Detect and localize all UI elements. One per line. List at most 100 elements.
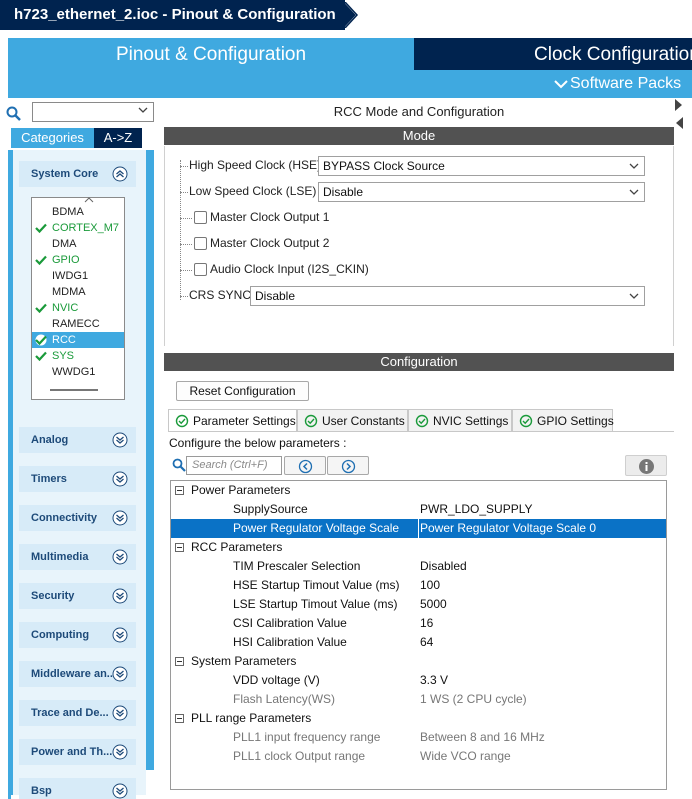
param-name: Power Regulator Voltage Scale — [233, 521, 400, 535]
category-button[interactable]: System Core — [19, 161, 136, 187]
categories-panel-border — [8, 150, 11, 799]
expand-chevron-down-icon[interactable] — [112, 549, 128, 565]
search-next-button[interactable] — [327, 456, 369, 475]
collapse-icon[interactable] — [175, 543, 184, 552]
table-row[interactable]: CSI Calibration Value 16 — [171, 614, 666, 633]
tab-user-constants[interactable]: User Constants — [297, 409, 408, 431]
param-value: 100 — [420, 578, 441, 592]
category-button[interactable]: Multimedia — [19, 544, 136, 570]
expand-chevron-down-icon[interactable] — [112, 588, 128, 604]
collapse-icon[interactable] — [175, 486, 184, 495]
tab-pinout-label: Pinout & Configuration — [115, 44, 307, 65]
tab-clock-configuration[interactable]: Clock Configuration — [414, 38, 692, 70]
system-core-item[interactable]: GPIO — [32, 252, 124, 268]
system-core-item[interactable]: DMA — [32, 236, 124, 252]
category-button[interactable]: Bsp — [19, 778, 136, 799]
table-row[interactable]: HSE Startup Timout Value (ms) 100 — [171, 576, 666, 595]
group-label: PLL range Parameters — [191, 711, 312, 725]
mco2-checkbox[interactable] — [194, 237, 207, 250]
table-row[interactable]: Flash Latency(WS) 1 WS (2 CPU cycle) — [171, 690, 666, 709]
categories-scrollbar[interactable] — [146, 150, 154, 770]
arrow-left-circle-icon — [298, 459, 313, 474]
scroll-up-icon[interactable] — [84, 197, 94, 203]
system-core-item[interactable]: MDMA — [32, 284, 124, 300]
breadcrumb-project[interactable]: h723_ethernet_2.ioc - Pinout & Configura… — [0, 0, 345, 30]
expand-chevron-down-icon[interactable] — [112, 666, 128, 682]
tab-a-to-z[interactable]: A->Z — [94, 128, 142, 148]
category-button[interactable]: Computing — [19, 622, 136, 648]
category-button[interactable]: Power and Th... — [19, 739, 136, 765]
category-label: Multimedia — [31, 551, 89, 563]
group-label: System Parameters — [191, 654, 297, 668]
crs-sync-select[interactable]: Disable — [250, 286, 645, 306]
info-icon — [639, 459, 654, 474]
expand-chevron-down-icon[interactable] — [112, 783, 128, 799]
info-button[interactable] — [625, 455, 667, 476]
table-row[interactable]: SupplySource PWR_LDO_SUPPLY — [171, 500, 666, 519]
system-core-item[interactable]: RCC — [32, 332, 124, 348]
lse-select[interactable]: Disable — [318, 182, 645, 202]
group-power-parameters[interactable]: Power Parameters — [171, 481, 666, 500]
peripheral-search-combo[interactable] — [32, 102, 154, 122]
system-core-item[interactable]: WWDG1 — [32, 364, 124, 380]
table-row[interactable]: PLL1 input frequency range Between 8 and … — [171, 728, 666, 747]
tab-parameter-settings[interactable]: Parameter Settings — [168, 409, 297, 432]
group-system-parameters[interactable]: System Parameters — [171, 652, 666, 671]
search-previous-button[interactable] — [284, 456, 326, 475]
tab-categories[interactable]: Categories — [11, 128, 94, 148]
collapse-arrow-icon[interactable] — [675, 98, 683, 112]
system-core-item[interactable]: BDMA — [32, 204, 124, 220]
crs-sync-label: CRS SYNC — [189, 288, 252, 302]
table-row[interactable]: PLL1 clock Output range Wide VCO range — [171, 747, 666, 766]
table-row[interactable]: VDD voltage (V) 3.3 V — [171, 671, 666, 690]
system-core-item[interactable]: IWDG1 — [32, 268, 124, 284]
tab-label: NVIC Settings — [433, 414, 509, 428]
table-row[interactable]: LSE Startup Timout Value (ms) 5000 — [171, 595, 666, 614]
panel-title: RCC Mode and Configuration — [333, 104, 505, 119]
category-button[interactable]: Middleware an... — [19, 661, 136, 687]
group-rcc-parameters[interactable]: RCC Parameters — [171, 538, 666, 557]
expand-chevron-down-icon[interactable] — [112, 510, 128, 526]
tree-guide-h2 — [180, 192, 188, 193]
category-label: Trace and De... — [31, 707, 109, 719]
check-icon — [35, 223, 47, 234]
collapse-arrow-icon-2[interactable] — [675, 116, 683, 130]
tab-pinout-configuration[interactable]: Pinout & Configuration — [8, 38, 414, 98]
mco1-checkbox[interactable] — [194, 211, 207, 224]
right-scrollbar[interactable] — [675, 98, 692, 799]
category-button[interactable]: Timers — [19, 466, 136, 492]
software-packs-menu[interactable]: Software Packs — [414, 70, 692, 98]
param-name: CSI Calibration Value — [233, 616, 347, 630]
mco2-label: Master Clock Output 2 — [210, 236, 330, 250]
tab-gpio-settings[interactable]: GPIO Settings — [512, 409, 614, 431]
collapse-icon[interactable] — [175, 657, 184, 666]
table-row[interactable]: TIM Prescaler Selection Disabled — [171, 557, 666, 576]
i2s-ckin-checkbox[interactable] — [194, 263, 207, 276]
category-button[interactable]: Connectivity — [19, 505, 136, 531]
category-button[interactable]: Security — [19, 583, 136, 609]
category-button[interactable]: Trace and De... — [19, 700, 136, 726]
table-row[interactable]: HSI Calibration Value 64 — [171, 633, 666, 652]
lse-label: Low Speed Clock (LSE) — [189, 184, 317, 198]
system-core-item[interactable]: CORTEX_M7 — [32, 220, 124, 236]
expand-chevron-down-icon[interactable] — [112, 432, 128, 448]
system-core-item[interactable]: RAMECC — [32, 316, 124, 332]
table-row-selected[interactable]: Power Regulator Voltage Scale Power Regul… — [171, 519, 666, 538]
expand-chevron-down-icon[interactable] — [112, 627, 128, 643]
tab-clock-label: Clock Configuration — [534, 44, 692, 65]
group-pll-range-parameters[interactable]: PLL range Parameters — [171, 709, 666, 728]
hse-select[interactable]: BYPASS Clock Source — [318, 156, 645, 176]
system-core-item[interactable]: NVIC — [32, 300, 124, 316]
reset-configuration-button[interactable]: Reset Configuration — [176, 381, 309, 401]
expand-chevron-down-icon[interactable] — [112, 744, 128, 760]
system-core-item[interactable]: SYS — [32, 348, 124, 364]
tree-guide-h3 — [180, 218, 192, 219]
expand-chevron-down-icon[interactable] — [112, 471, 128, 487]
tab-nvic-settings[interactable]: NVIC Settings — [408, 409, 512, 431]
collapse-icon[interactable] — [175, 714, 184, 723]
expand-chevron-down-icon[interactable] — [112, 705, 128, 721]
collapse-chevron-up-icon[interactable] — [112, 166, 128, 182]
tab-label: User Constants — [322, 414, 405, 428]
category-button[interactable]: Analog — [19, 427, 136, 453]
parameter-search-input[interactable]: Search (Ctrl+F) — [186, 456, 282, 475]
